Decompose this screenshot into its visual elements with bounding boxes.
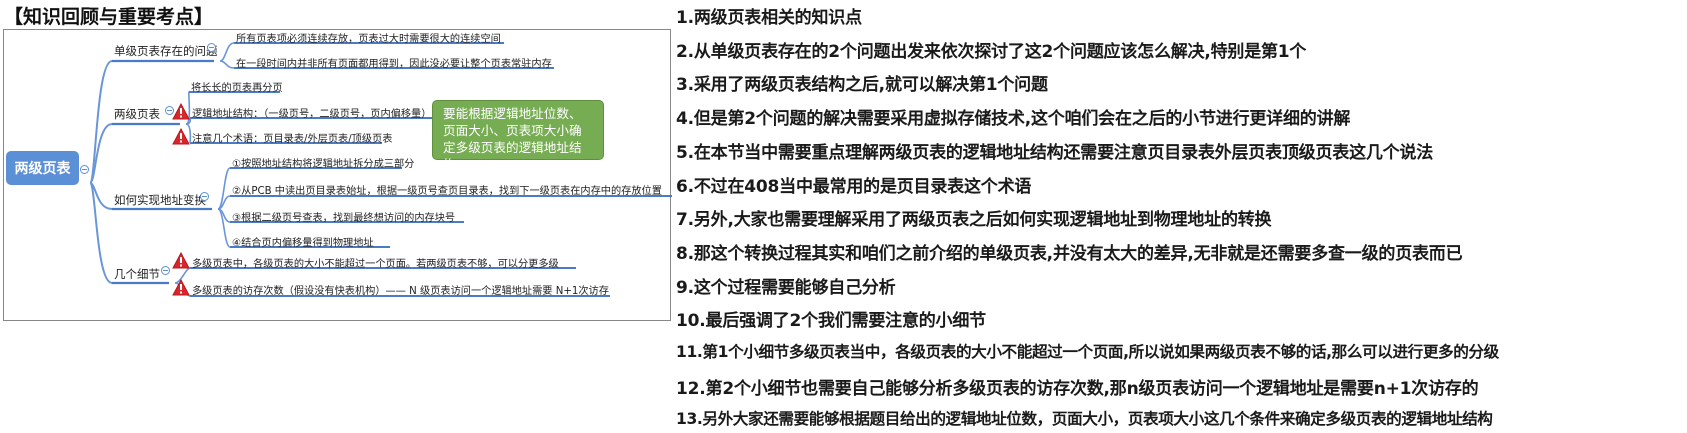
callout-note[interactable]: 要能根据逻辑地址位数、页面大小、页表项大小确定多级页表的逻辑地址结构: [432, 100, 604, 172]
branch-address-translation[interactable]: 如何实现地址变换: [114, 192, 206, 208]
leaf-not-all-pages-used[interactable]: 在一段时间内并非所有页面都用得到，因此没必要让整个页表常驻内存: [236, 55, 552, 70]
leaf-contiguous-storage[interactable]: 所有页表项必须连续存放，页表过大时需要很大的连续空间: [236, 30, 501, 45]
note-item: 6.不过在408当中最常用的是页目录表这个术语: [676, 177, 1032, 197]
leaf-step-2[interactable]: ②从PCB 中读出页目录表始址，根据一级页号查页目录表，找到下一级页表在内存中的…: [232, 182, 662, 197]
notes-list: 1.两级页表相关的知识点 2.从单级页表存在的2个问题出发来依次探讨了这2个问题…: [676, 0, 1687, 433]
branch-collapse-toggle[interactable]: [207, 43, 216, 52]
note-item: 12.第2个小细节也需要自己能够分析多级页表的访存次数,那n级页表访问一个逻辑地…: [676, 379, 1479, 399]
warning-icon: [172, 252, 190, 269]
leaf-logical-address-structure[interactable]: 逻辑地址结构：（一级页号，二级页号，页内偏移量）: [192, 105, 431, 120]
branch-details[interactable]: 几个细节: [114, 266, 160, 282]
note-item: 5.在本节当中需要重点理解两级页表的逻辑地址结构还需要注意页目录表外层页表顶级页…: [676, 143, 1434, 163]
leaf-page-the-page-table[interactable]: 将长长的页表再分页: [191, 79, 283, 94]
warning-icon: [172, 103, 190, 120]
leaf-page-size-limit[interactable]: 多级页表中，各级页表的大小不能超过一个页面。若两级页表不够，可以分更多级: [192, 255, 559, 270]
branch-two-level-page-table[interactable]: 两级页表: [114, 106, 160, 122]
root-node[interactable]: 两级页表: [6, 151, 79, 185]
warning-icon: [172, 279, 190, 296]
leaf-step-4[interactable]: ④结合页内偏移量得到物理地址: [232, 234, 374, 249]
note-item: 8.那这个转换过程其实和咱们之前介绍的单级页表,并没有太大的差异,无非就是还需要…: [676, 244, 1463, 264]
note-item: 10.最后强调了2个我们需要注意的小细节: [676, 311, 986, 331]
leaf-step-1[interactable]: ①按照地址结构将逻辑地址拆分成三部分: [232, 155, 414, 170]
warning-icon: [172, 128, 190, 145]
leaf-terminology[interactable]: 注意几个术语：页目录表/外层页表/顶级页表: [192, 130, 392, 145]
note-item: 13.另外大家还需要能够根据题目给出的逻辑地址位数，页面大小，页表项大小这几个条…: [676, 410, 1493, 428]
note-item: 9.这个过程需要能够自己分析: [676, 278, 896, 298]
mindmap-connectors: [89, 42, 672, 297]
note-item: 4.但是第2个问题的解决需要采用虚拟存储技术,这个咱们会在之后的小节进行更详细的…: [676, 109, 1351, 129]
section-title: 【知识回顾与重要考点】: [4, 6, 214, 28]
note-item: 2.从单级页表存在的2个问题出发来依次探讨了这2个问题应该怎么解决,特别是第1个: [676, 42, 1307, 62]
note-item: 7.另外,大家也需要理解采用了两级页表之后如何实现逻辑地址到物理地址的转换: [676, 210, 1272, 230]
note-item: 3.采用了两级页表结构之后,就可以解决第1个问题: [676, 75, 1048, 95]
root-collapse-toggle[interactable]: [80, 165, 89, 174]
branch-collapse-toggle[interactable]: [161, 266, 170, 275]
leaf-step-3[interactable]: ③根据二级页号查表，找到最终想访问的内存块号: [232, 209, 455, 224]
note-item: 1.两级页表相关的知识点: [676, 8, 862, 28]
mindmap: 两级页表 单级页表存在的问题 两级页表 如何实现地址变换 几个细节 所有页表项必…: [3, 29, 672, 321]
branch-collapse-toggle[interactable]: [200, 192, 209, 201]
note-item: 11.第1个小细节多级页表当中，各级页表的大小不能超过一个页面,所以说如果两级页…: [676, 343, 1499, 361]
branch-single-level-problems[interactable]: 单级页表存在的问题: [114, 43, 218, 59]
leaf-memory-access-count[interactable]: 多级页表的访存次数（假设没有快表机构）—— N 级页表访问一个逻辑地址需要 N+…: [192, 282, 609, 297]
